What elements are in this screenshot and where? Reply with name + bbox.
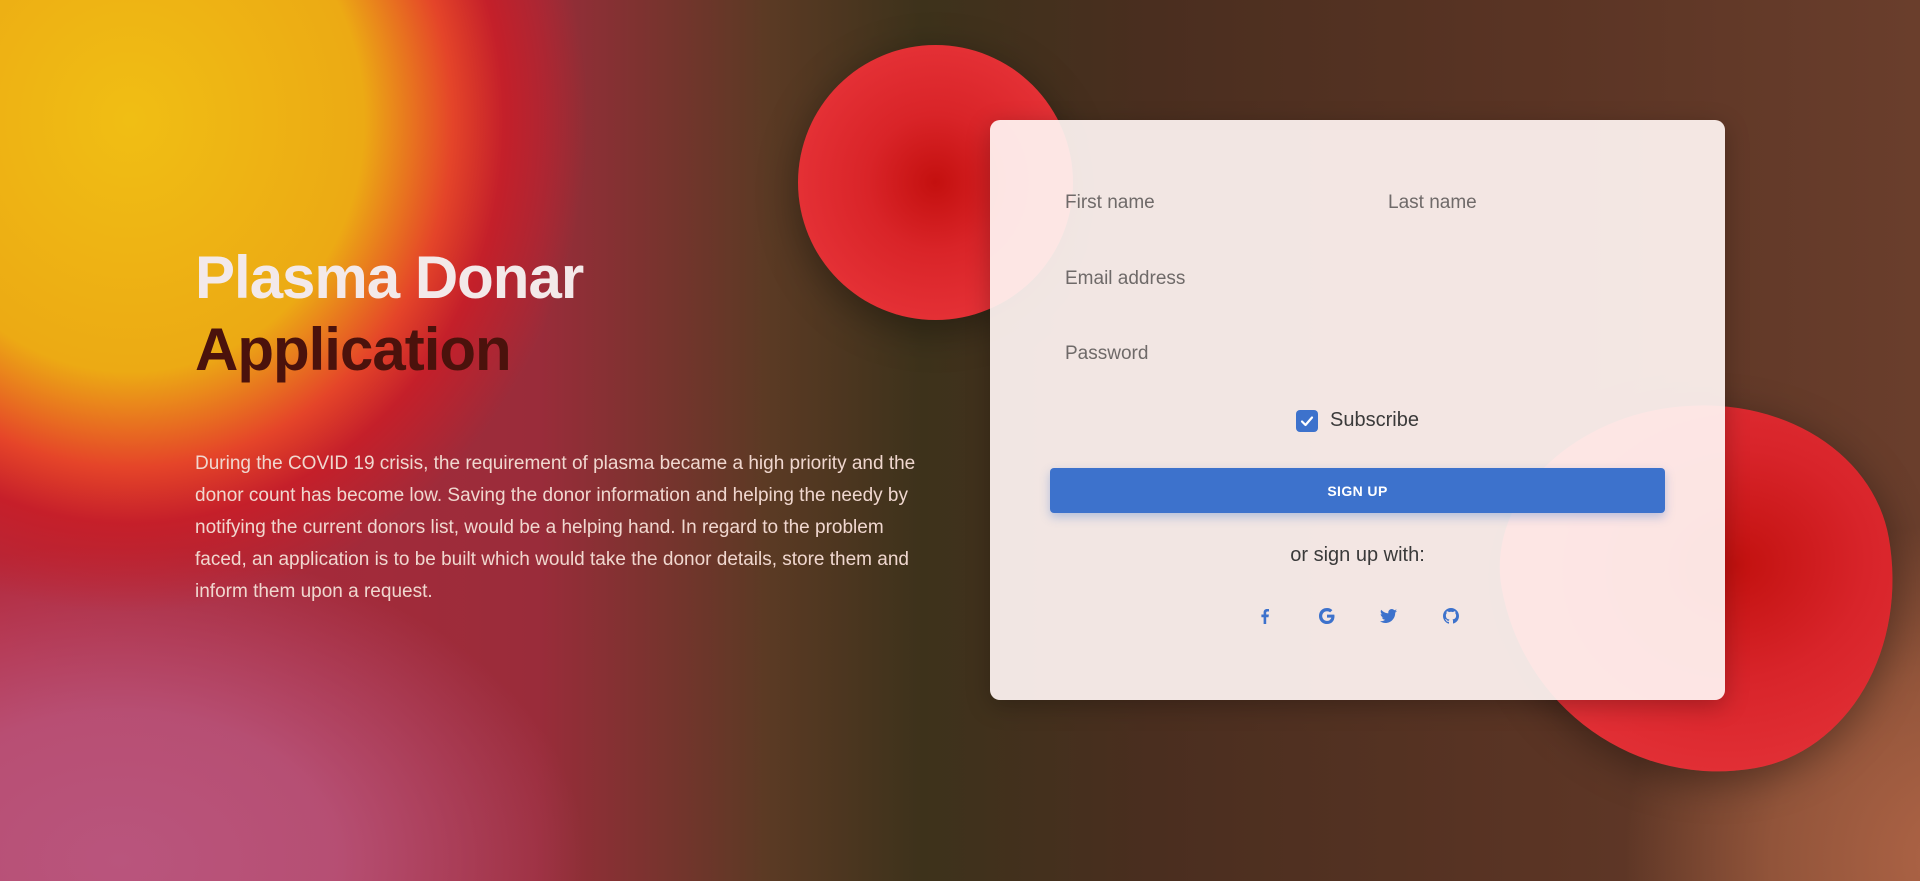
email-input[interactable] bbox=[1065, 264, 1645, 294]
title-line-2: Application bbox=[195, 316, 512, 383]
twitter-glyph bbox=[1380, 609, 1397, 623]
check-icon bbox=[1300, 415, 1314, 426]
google-icon[interactable] bbox=[1315, 604, 1339, 628]
subscribe-checkbox[interactable] bbox=[1296, 409, 1319, 432]
subscribe-row: Subscribe bbox=[990, 409, 1725, 432]
alt-signup-text: or sign up with: bbox=[1290, 544, 1425, 566]
page-background: Plasma Donar Application During the COVI… bbox=[0, 0, 1920, 881]
password-input[interactable] bbox=[1065, 339, 1645, 369]
twitter-icon[interactable] bbox=[1377, 604, 1401, 628]
last-name-input[interactable] bbox=[1388, 188, 1668, 218]
hero-description: During the COVID 19 crisis, the requirem… bbox=[195, 453, 916, 602]
page-title: Plasma Donar Application bbox=[195, 242, 935, 386]
subscribe-label[interactable]: Subscribe bbox=[1330, 409, 1419, 432]
github-glyph bbox=[1442, 608, 1459, 624]
google-glyph bbox=[1318, 608, 1334, 624]
signup-button[interactable]: SIGN UP bbox=[1050, 468, 1665, 513]
title-line-1: Plasma Donar bbox=[195, 244, 584, 311]
facebook-glyph bbox=[1260, 609, 1269, 624]
github-icon[interactable] bbox=[1439, 604, 1463, 628]
first-name-input[interactable] bbox=[1065, 188, 1345, 218]
hero-section: Plasma Donar Application During the COVI… bbox=[195, 242, 935, 608]
signup-card: Subscribe SIGN UP or sign up with: bbox=[990, 120, 1725, 700]
social-signup-row bbox=[990, 604, 1725, 628]
facebook-icon[interactable] bbox=[1253, 604, 1277, 628]
